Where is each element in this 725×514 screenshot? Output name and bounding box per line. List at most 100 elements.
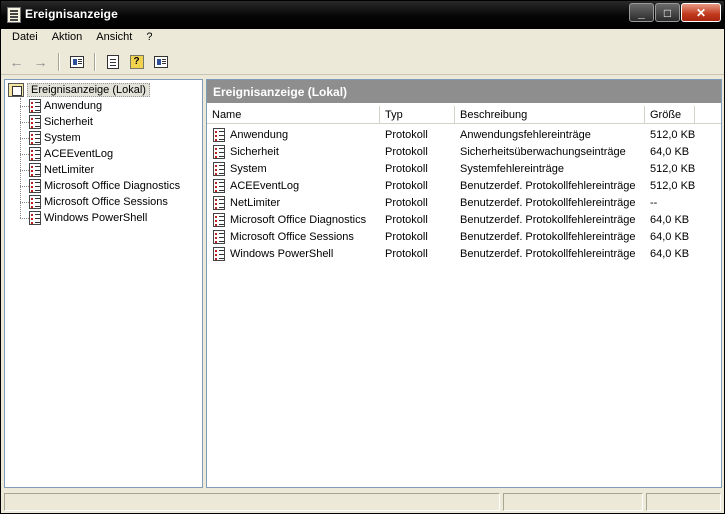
status-section-2 — [503, 493, 643, 511]
tree-item-system[interactable]: System — [20, 130, 81, 146]
forward-arrow-icon: → — [33, 53, 48, 70]
row-type: Protokoll — [385, 213, 428, 226]
table-row[interactable]: Microsoft Office Sessions Protokoll Benu… — [207, 228, 721, 245]
row-description: Anwendungsfehlereinträge — [460, 128, 591, 141]
window-title: Ereignisanzeige — [25, 7, 118, 21]
row-size: 64,0 KB — [650, 230, 690, 243]
row-name: Sicherheit — [230, 145, 279, 158]
row-description: Benutzerdef. Protokollfehlereinträge — [460, 247, 636, 260]
help-icon: ? — [129, 54, 144, 69]
column-header-beschreibung[interactable]: Beschreibung — [455, 106, 645, 124]
table-row[interactable]: Anwendung Protokoll Anwendungsfehlereint… — [207, 126, 721, 143]
log-icon — [213, 161, 225, 176]
toolbar: ← → ? — [1, 49, 724, 75]
close-button[interactable]: ✕ — [681, 3, 721, 22]
tree-item-office-sessions[interactable]: Microsoft Office Sessions — [20, 194, 168, 210]
tree-item-anwendung[interactable]: Anwendung — [20, 98, 102, 114]
row-name: Anwendung — [230, 128, 289, 141]
table-row[interactable]: Sicherheit Protokoll Sicherheitsüberwach… — [207, 143, 721, 160]
table-row[interactable]: System Protokoll Systemfehlereinträge 51… — [207, 160, 721, 177]
tree-root[interactable]: Ereignisanzeige (Lokal) — [8, 82, 150, 98]
log-icon — [29, 99, 41, 113]
row-type: Protokoll — [385, 230, 428, 243]
toolbar-separator — [58, 52, 60, 71]
row-name: ACEEventLog — [230, 179, 300, 192]
row-description: Benutzerdef. Protokollfehlereinträge — [460, 213, 636, 226]
tree-item-label: Windows PowerShell — [44, 212, 148, 224]
event-viewer-icon — [8, 83, 24, 97]
table-row[interactable]: Microsoft Office Diagnostics Protokoll B… — [207, 211, 721, 228]
column-header-groesse[interactable]: Größe — [645, 106, 695, 124]
details-header: Ereignisanzeige (Lokal) — [207, 80, 721, 103]
tree-item-label: ACEEventLog — [44, 148, 114, 160]
tree-item-label: Sicherheit — [44, 116, 93, 128]
log-icon — [213, 246, 225, 261]
maximize-button[interactable]: □ — [655, 3, 680, 22]
row-type: Protokoll — [385, 179, 428, 192]
tree-item-label: Microsoft Office Sessions — [44, 196, 168, 208]
menu-help[interactable]: ? — [139, 29, 159, 47]
row-description: Benutzerdef. Protokollfehlereinträge — [460, 196, 636, 209]
tree-item-netlimiter[interactable]: NetLimiter — [20, 162, 94, 178]
tree-item-sicherheit[interactable]: Sicherheit — [20, 114, 93, 130]
menu-ansicht[interactable]: Ansicht — [89, 29, 139, 47]
menu-bar: Datei Aktion Ansicht ? — [1, 29, 724, 47]
minimize-button[interactable]: _ — [629, 3, 654, 22]
properties-button[interactable] — [101, 51, 124, 73]
column-header-name[interactable]: Name — [207, 106, 380, 124]
row-type: Protokoll — [385, 196, 428, 209]
log-icon — [213, 229, 225, 244]
forward-button[interactable]: → — [29, 51, 52, 73]
log-icon — [29, 147, 41, 161]
table-row[interactable]: NetLimiter Protokoll Benutzerdef. Protok… — [207, 194, 721, 211]
help-button[interactable]: ? — [125, 51, 148, 73]
tree-item-label: System — [44, 132, 81, 144]
status-section-1 — [4, 493, 500, 511]
log-icon — [213, 178, 225, 193]
row-name: NetLimiter — [230, 196, 281, 209]
status-bar — [1, 491, 724, 513]
menu-datei[interactable]: Datei — [5, 29, 45, 47]
tree-item-aceeventlog[interactable]: ACEEventLog — [20, 146, 113, 162]
tree-item-label: Anwendung — [44, 100, 103, 112]
row-size: 512,0 KB — [650, 179, 695, 192]
show-hide-action-pane-button[interactable] — [149, 51, 172, 73]
tree-root-label: Ereignisanzeige (Lokal) — [27, 83, 150, 97]
log-list: Anwendung Protokoll Anwendungsfehlereint… — [207, 126, 721, 262]
details-pane[interactable]: Ereignisanzeige (Lokal) Name Typ Beschre… — [206, 79, 722, 488]
log-icon — [29, 131, 41, 145]
column-header-typ[interactable]: Typ — [380, 106, 455, 124]
row-name: Windows PowerShell — [230, 247, 334, 260]
row-size: 64,0 KB — [650, 213, 690, 226]
back-button[interactable]: ← — [5, 51, 28, 73]
toolbar-separator — [94, 52, 96, 71]
row-type: Protokoll — [385, 145, 428, 158]
row-description: Systemfehlereinträge — [460, 162, 564, 175]
status-section-3 — [646, 493, 721, 511]
row-size: 512,0 KB — [650, 162, 695, 175]
tree-item-windows-powershell[interactable]: Windows PowerShell — [20, 210, 147, 226]
row-size: 64,0 KB — [650, 247, 690, 260]
properties-icon — [106, 54, 119, 69]
event-viewer-app-icon[interactable] — [7, 7, 21, 23]
log-icon — [213, 144, 225, 159]
log-icon — [213, 195, 225, 210]
show-hide-tree-button[interactable] — [65, 51, 88, 73]
log-icon — [213, 127, 225, 142]
log-icon — [29, 211, 41, 225]
table-row[interactable]: ACEEventLog Protokoll Benutzerdef. Proto… — [207, 177, 721, 194]
title-bar[interactable]: Ereignisanzeige _ □ ✕ — [1, 1, 724, 29]
row-size: 512,0 KB — [650, 128, 695, 141]
menu-aktion[interactable]: Aktion — [45, 29, 90, 47]
app-window: Ereignisanzeige _ □ ✕ Datei Aktion Ansic… — [0, 0, 725, 514]
window-controls: _ □ ✕ — [629, 3, 721, 22]
row-name: Microsoft Office Diagnostics — [230, 213, 367, 226]
show-hide-action-pane-icon — [153, 55, 168, 68]
tree-item-office-diagnostics[interactable]: Microsoft Office Diagnostics — [20, 178, 180, 194]
table-row[interactable]: Windows PowerShell Protokoll Benutzerdef… — [207, 245, 721, 262]
show-hide-tree-icon — [69, 55, 84, 68]
tree-item-label: NetLimiter — [44, 164, 95, 176]
row-description: Benutzerdef. Protokollfehlereinträge — [460, 230, 636, 243]
row-size: -- — [650, 196, 658, 209]
console-tree[interactable]: Ereignisanzeige (Lokal) Anwendung Sicher… — [4, 79, 203, 488]
